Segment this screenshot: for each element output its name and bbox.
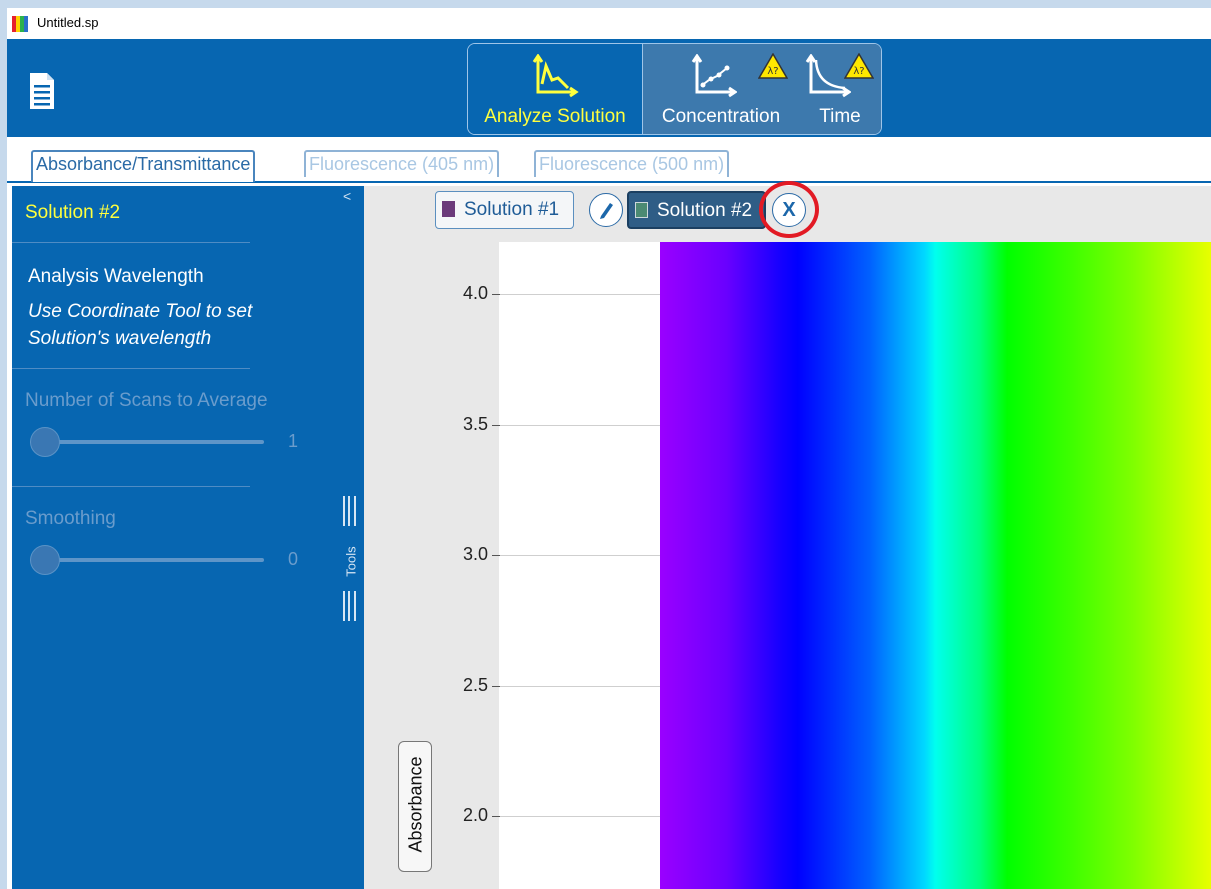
y-tick: [492, 816, 500, 817]
y-tick-label: 4.0: [462, 283, 488, 303]
divider: [12, 242, 250, 243]
tools-label: Tools: [343, 546, 359, 577]
time-button[interactable]: λ? Time: [799, 44, 881, 134]
y-tick-label: 2.0: [462, 805, 488, 825]
gridline: [499, 425, 660, 426]
solution-2-button[interactable]: Solution #2: [627, 191, 766, 229]
scans-slider-track[interactable]: [30, 440, 264, 444]
tab-fluorescence-500[interactable]: Fluorescence (500 nm): [534, 150, 730, 177]
svg-text:λ?: λ?: [853, 66, 864, 77]
mode-selector: Analyze Solution λ? Concentration λ? Tim…: [467, 43, 882, 135]
concentration-button[interactable]: λ? Concentration: [643, 44, 799, 134]
pencil-icon: [600, 203, 613, 219]
concentration-label: Concentration: [661, 106, 781, 127]
smoothing-slider-track[interactable]: [30, 558, 264, 562]
smoothing-slider-thumb[interactable]: [30, 545, 60, 575]
solution-1-button[interactable]: Solution #1: [435, 191, 574, 229]
wavelength-warning-icon: λ?: [844, 53, 874, 79]
gridline: [499, 294, 660, 295]
window-title: Untitled.sp: [37, 15, 99, 30]
y-tick-label: 3.5: [462, 414, 488, 434]
app-window: Untitled.sp Analyze Solution λ? Concentr…: [7, 8, 1211, 889]
tab-bar: Absorbance/Transmittance Fluorescence (4…: [7, 137, 1211, 183]
edit-solution-button[interactable]: [589, 193, 623, 227]
scans-value: 1: [288, 431, 299, 451]
y-axis-label-button[interactable]: Absorbance: [398, 741, 432, 872]
analyze-spectrum-icon: [532, 54, 579, 98]
sidebar-solution-title: Solution #2: [25, 202, 121, 223]
analysis-wavelength-hint: Use Coordinate Tool to set Solution's wa…: [28, 301, 253, 349]
solution-2-label: Solution #2: [657, 200, 753, 221]
main-toolbar: Analyze Solution λ? Concentration λ? Tim…: [7, 39, 1211, 137]
y-tick-label: 2.5: [462, 675, 488, 695]
analyze-solution-button[interactable]: Analyze Solution: [468, 44, 643, 134]
scans-slider-thumb[interactable]: [30, 427, 60, 457]
chart-area: Solution #1 Solution #2 X 4.0 3.5 3.0 2.…: [364, 181, 1211, 889]
plot-background: [499, 242, 660, 889]
grip-icon: [343, 496, 356, 526]
document-icon[interactable]: [27, 71, 57, 111]
solution-sidebar: < Solution #2 Analysis Wavelength Use Co…: [12, 186, 364, 889]
divider: [12, 486, 250, 487]
solution-2-color-swatch: [635, 202, 648, 218]
grip-icon: [343, 591, 356, 621]
tools-panel-handle[interactable]: Tools: [340, 491, 360, 626]
y-tick: [492, 555, 500, 556]
delete-solution-button[interactable]: X: [772, 193, 806, 227]
y-axis-label: Absorbance: [405, 756, 426, 853]
y-tick-label: 3.0: [462, 544, 488, 564]
smoothing-label: Smoothing: [25, 508, 116, 529]
solution-1-color-swatch: [442, 201, 455, 217]
smoothing-value: 0: [288, 549, 299, 569]
analysis-wavelength-label: Analysis Wavelength: [28, 266, 204, 287]
tab-absorbance-transmittance[interactable]: Absorbance/Transmittance: [31, 150, 256, 182]
gridline: [499, 816, 660, 817]
y-tick: [492, 686, 500, 687]
tab-fluorescence-405[interactable]: Fluorescence (405 nm): [304, 150, 500, 177]
wavelength-warning-icon: λ?: [758, 53, 788, 79]
concentration-plot-icon: [691, 54, 737, 98]
svg-text:λ?: λ?: [767, 66, 778, 77]
gridline: [499, 686, 660, 687]
analyze-solution-label: Analyze Solution: [484, 106, 626, 127]
visible-spectrum-band: [660, 242, 1211, 889]
solution-1-label: Solution #1: [464, 199, 560, 220]
y-tick: [492, 425, 500, 426]
y-tick: [492, 294, 500, 295]
title-bar: Untitled.sp: [7, 8, 1211, 39]
scans-to-average-label: Number of Scans to Average: [25, 390, 268, 411]
time-label: Time: [819, 106, 861, 127]
divider: [12, 368, 250, 369]
collapse-sidebar-button[interactable]: <: [343, 188, 351, 204]
gridline: [499, 555, 660, 556]
app-icon: [12, 16, 28, 32]
